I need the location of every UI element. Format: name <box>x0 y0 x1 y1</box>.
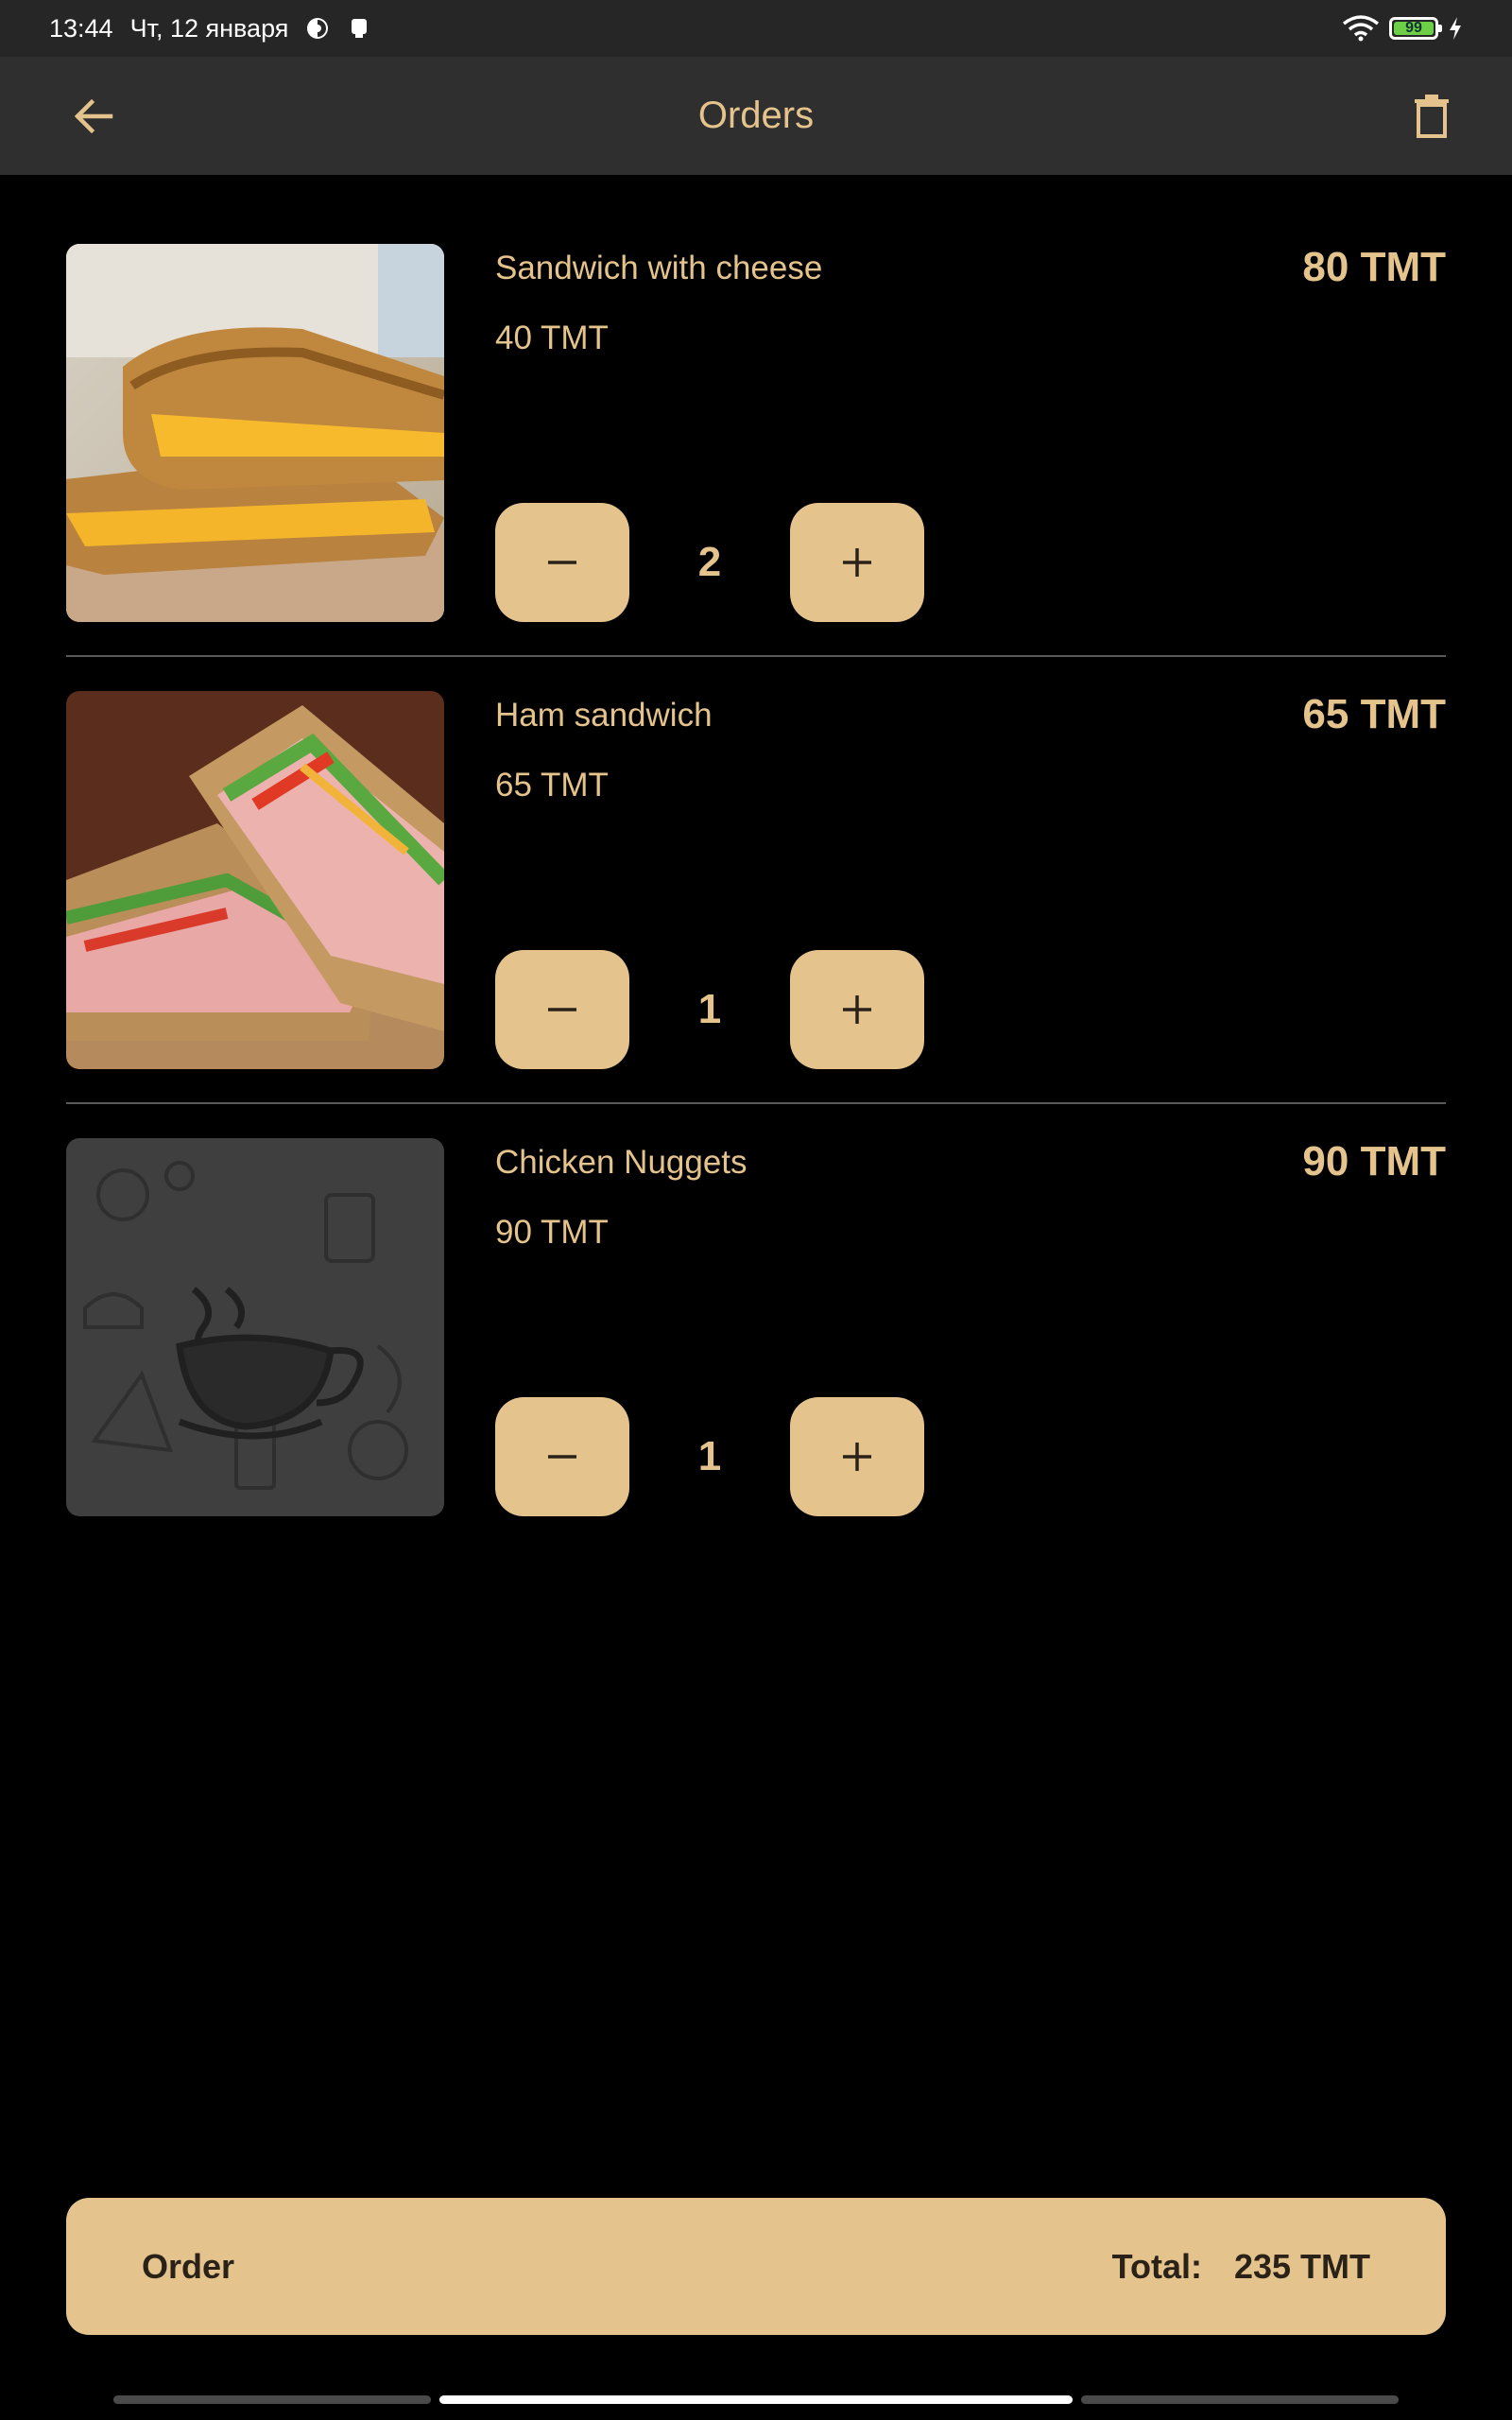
quantity-value: 1 <box>697 1433 722 1479</box>
decrease-quantity-button[interactable] <box>495 503 629 622</box>
plus-icon <box>843 548 871 577</box>
nav-handle-right <box>1081 2395 1399 2404</box>
wifi-icon <box>1342 15 1380 42</box>
increase-quantity-button[interactable] <box>790 1397 924 1516</box>
status-bar: 13:44 Чт, 12 января 99 <box>0 0 1512 57</box>
item-unit-price: 90 TMT <box>495 1214 609 1251</box>
back-button[interactable] <box>62 85 125 147</box>
order-label: Order <box>142 2246 235 2286</box>
decrease-quantity-button[interactable] <box>495 1397 629 1516</box>
item-divider <box>66 655 1446 657</box>
item-total-price: 65 TMT <box>1302 691 1446 737</box>
status-time: 13:44 <box>49 13 113 43</box>
order-item: Sandwich with cheese 40 TMT 80 TMT 2 <box>66 244 1446 657</box>
delete-all-button[interactable] <box>1400 85 1463 147</box>
placeholder-image <box>66 1138 444 1516</box>
trash-icon <box>1415 95 1449 138</box>
plus-icon <box>843 995 871 1024</box>
app-bar: Orders <box>0 57 1512 175</box>
place-order-button[interactable]: Order Total: 235 TMT <box>66 2198 1446 2335</box>
app-notification-icon <box>305 16 330 41</box>
arrow-left-icon <box>74 98 113 134</box>
nav-handle-home[interactable] <box>439 2395 1073 2404</box>
increase-quantity-button[interactable] <box>790 950 924 1069</box>
order-item: Ham sandwich 65 TMT 65 TMT 1 <box>66 691 1446 1104</box>
product-image-cheese-sandwich <box>66 244 444 622</box>
item-divider <box>66 1102 1446 1104</box>
charging-icon <box>1448 16 1463 41</box>
item-name: Chicken Nuggets <box>495 1144 747 1181</box>
total-label: Total: <box>1111 2246 1202 2286</box>
minus-icon <box>548 1008 576 1011</box>
page-title: Orders <box>697 95 815 136</box>
product-image-ham-sandwich <box>66 691 444 1069</box>
quantity-value: 2 <box>697 539 722 585</box>
nav-handle-left <box>113 2395 431 2404</box>
increase-quantity-button[interactable] <box>790 503 924 622</box>
minus-icon <box>548 1455 576 1459</box>
notification-bell-icon <box>347 16 371 41</box>
status-date: Чт, 12 января <box>129 13 289 43</box>
order-list: Sandwich with cheese 40 TMT 80 TMT 2 Ham… <box>66 244 1446 1516</box>
item-total-price: 90 TMT <box>1302 1138 1446 1184</box>
minus-icon <box>548 561 576 564</box>
item-total-price: 80 TMT <box>1302 244 1446 290</box>
item-unit-price: 65 TMT <box>495 767 609 804</box>
item-unit-price: 40 TMT <box>495 320 609 356</box>
quantity-value: 1 <box>697 986 722 1032</box>
status-left: 13:44 Чт, 12 января <box>49 14 371 43</box>
decrease-quantity-button[interactable] <box>495 950 629 1069</box>
item-name: Sandwich with cheese <box>495 250 823 286</box>
item-name: Ham sandwich <box>495 697 713 734</box>
battery-icon: 99 <box>1389 17 1442 40</box>
plus-icon <box>843 1443 871 1471</box>
battery-level: 99 <box>1405 20 1422 36</box>
status-right: 99 <box>1342 15 1463 42</box>
order-item: Chicken Nuggets 90 TMT 90 TMT 1 <box>66 1138 1446 1516</box>
order-total-value: 235 TMT <box>1233 2246 1370 2286</box>
